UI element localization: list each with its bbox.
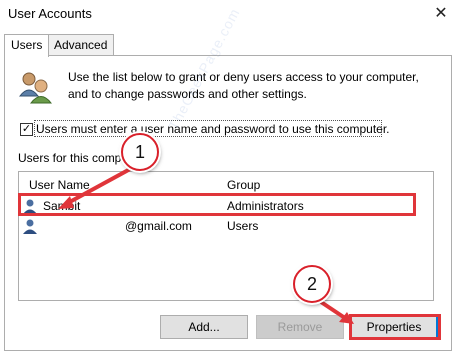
table-row[interactable]: @gmail.com Users xyxy=(21,217,431,235)
tab-users[interactable]: Users xyxy=(4,34,50,57)
intro-text: Use the list below to grant or deny user… xyxy=(68,70,419,101)
row-user-name: @gmail.com xyxy=(125,219,192,233)
focus-rectangle xyxy=(34,120,382,137)
column-header-group[interactable]: Group xyxy=(227,178,260,192)
row-group: Users xyxy=(227,219,259,233)
step-marker-1: 1 xyxy=(121,133,159,171)
remove-button[interactable]: Remove xyxy=(256,315,344,339)
user-icon xyxy=(22,218,38,234)
step-marker-2: 2 xyxy=(293,265,331,303)
add-button[interactable]: Add... xyxy=(160,315,248,339)
column-header-user-name[interactable]: User Name xyxy=(29,178,90,192)
users-icon xyxy=(18,70,53,104)
close-icon[interactable]: ✕ xyxy=(430,2,452,24)
highlight-box-properties xyxy=(349,314,441,340)
password-required-checkbox[interactable]: ✓ xyxy=(20,122,33,136)
highlight-box-user-row xyxy=(18,193,416,216)
tab-advanced[interactable]: Advanced xyxy=(47,34,115,56)
window-title: User Accounts xyxy=(8,6,92,21)
